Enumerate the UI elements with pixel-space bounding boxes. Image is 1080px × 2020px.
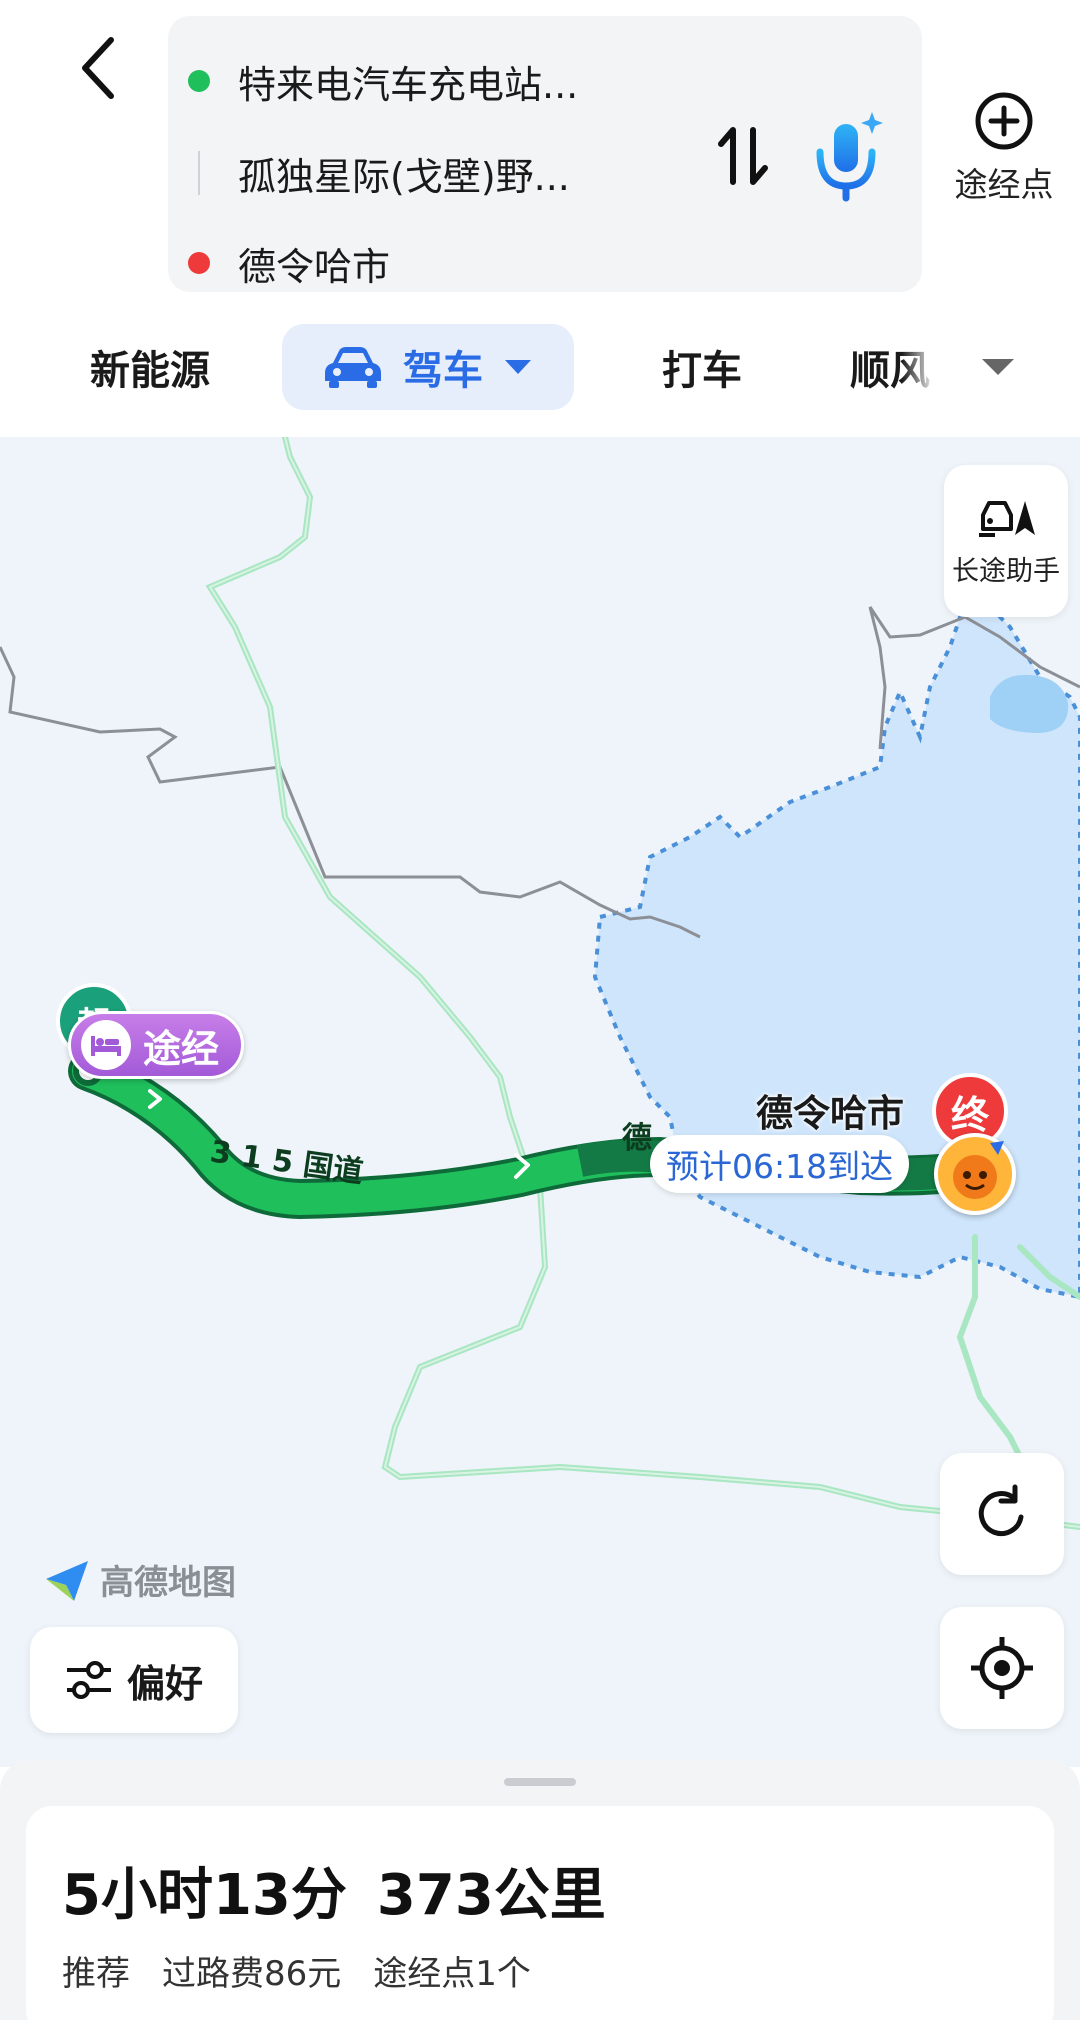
bed-icon	[81, 1020, 131, 1070]
route-input-box: 特来电汽车充电站... 孤独星际(戈壁)野... 德令哈市	[168, 16, 922, 292]
route-waypoints: 途经点1个	[373, 1954, 531, 1994]
route-distance: 373公里	[376, 1863, 606, 1928]
caret-down-icon	[505, 360, 531, 374]
plus-circle-icon	[975, 92, 1033, 150]
long-trip-assistant-button[interactable]: 长途助手	[944, 465, 1068, 617]
city-label: 德令哈市	[756, 1092, 904, 1135]
sheet-drag-handle[interactable]	[504, 1778, 576, 1786]
amap-logo-text: 高德地图	[100, 1563, 236, 1603]
add-waypoint-button[interactable]: 途经点	[944, 90, 1064, 220]
route-summary: 5小时13分 373公里	[62, 1850, 606, 1931]
eta-label: 预计06:18到达	[650, 1135, 910, 1193]
tab-carpool[interactable]: 顺风	[850, 324, 936, 410]
long-trip-label: 长途助手	[952, 555, 1060, 587]
origin-text: 特来电汽车充电站...	[238, 62, 579, 107]
lake	[990, 674, 1069, 733]
back-button[interactable]	[62, 28, 132, 108]
via-marker-label: 途经	[143, 1026, 220, 1071]
sliders-icon	[66, 1661, 111, 1699]
via-row[interactable]: 孤独星际(戈壁)野...	[188, 138, 570, 208]
refresh-button[interactable]	[940, 1453, 1064, 1575]
amap-logo-icon	[46, 1560, 88, 1601]
swap-vertical-icon	[718, 127, 768, 185]
microphone-icon	[816, 112, 883, 202]
car-icon	[325, 347, 381, 388]
destination-text: 德令哈市	[238, 244, 391, 289]
preference-label: 偏好	[126, 1661, 203, 1706]
origin-dot	[188, 70, 210, 92]
boundary-line	[0, 646, 701, 939]
origin-row[interactable]: 特来电汽车充电站...	[188, 46, 578, 116]
add-waypoint-label: 途经点	[954, 165, 1054, 204]
locate-button[interactable]	[940, 1607, 1064, 1729]
tab-drive[interactable]: 驾车	[282, 324, 574, 410]
route-duration: 5小时13分	[62, 1863, 347, 1928]
route-tag: 推荐	[62, 1954, 130, 1994]
locate-icon	[971, 1637, 1033, 1699]
road-label-2: 德	[622, 1121, 652, 1156]
transport-mode-tabs: 新能源 驾车 打车 顺风	[0, 324, 1080, 410]
refresh-icon	[978, 1484, 1024, 1537]
caret-down-icon	[982, 359, 1014, 375]
route-meta: 推荐 过路费86元 途经点1个	[62, 1946, 531, 1995]
more-modes-button[interactable]	[980, 324, 1016, 410]
long-trip-icon	[979, 500, 1035, 537]
highway-1	[205, 437, 533, 1180]
via-marker[interactable]: 途经	[68, 1011, 245, 1079]
tab-new-energy[interactable]: 新能源	[90, 324, 210, 410]
via-text: 孤独星际(戈壁)野...	[238, 154, 570, 199]
tab-taxi[interactable]: 打车	[662, 324, 742, 410]
via-connector	[188, 151, 210, 195]
route-option-card[interactable]: 5小时13分 373公里 推荐 过路费86元 途经点1个	[26, 1806, 1054, 2020]
map-view[interactable]: 3 1 5 国道 德 起 途经 德令哈市 预计06:18到达 终 长途助手	[0, 437, 1080, 1767]
voice-button[interactable]	[806, 108, 890, 208]
car-avatar-icon	[934, 1133, 1016, 1215]
destination-dot	[188, 252, 210, 274]
top-panel: 特来电汽车充电站... 孤独星际(戈壁)野... 德令哈市 途经点 新能源 驾车…	[0, 0, 1080, 437]
preference-button[interactable]: 偏好	[30, 1627, 238, 1733]
amap-logo: 高德地图	[44, 1555, 236, 1604]
route-toll: 过路费86元	[162, 1954, 342, 1994]
tab-drive-label: 驾车	[403, 348, 483, 394]
destination-row[interactable]: 德令哈市	[188, 228, 390, 298]
swap-button[interactable]	[708, 116, 778, 196]
chevron-left-icon	[82, 37, 114, 99]
route-summary-sheet: 5小时13分 373公里 推荐 过路费86元 途经点1个	[0, 1760, 1080, 2020]
